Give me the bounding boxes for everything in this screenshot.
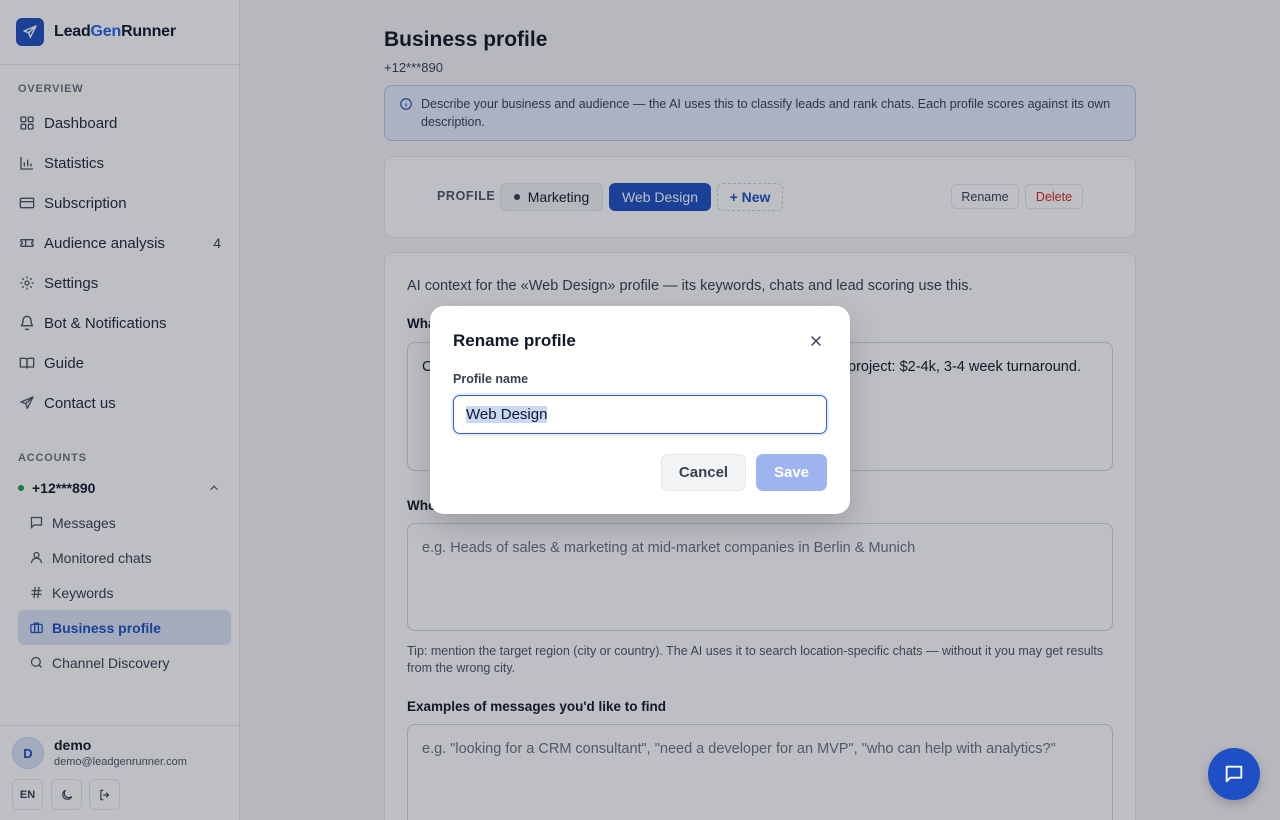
profile-name-value: Web Design <box>466 406 548 423</box>
cancel-button[interactable]: Cancel <box>661 454 746 491</box>
chat-icon <box>1223 763 1245 785</box>
dialog-title: Rename profile <box>453 331 576 350</box>
chat-support-button[interactable] <box>1208 748 1260 800</box>
close-button[interactable] <box>805 330 827 352</box>
rename-profile-dialog: Rename profile Profile name Web Design C… <box>430 306 850 514</box>
profile-name-input[interactable]: Web Design <box>453 395 827 434</box>
save-button[interactable]: Save <box>756 454 827 491</box>
profile-name-label: Profile name <box>453 372 529 386</box>
close-icon <box>808 333 824 349</box>
